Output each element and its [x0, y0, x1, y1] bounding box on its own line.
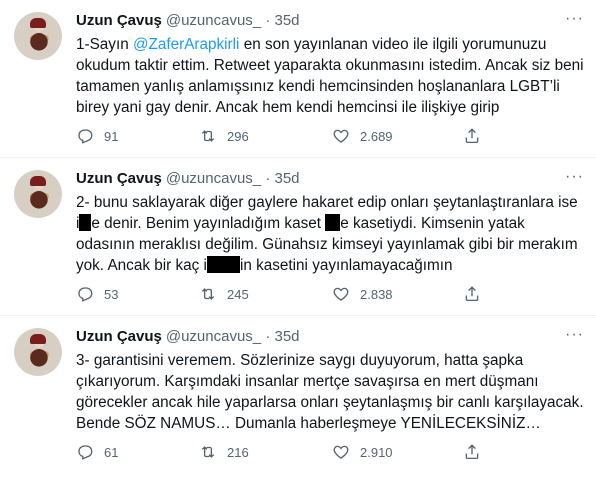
author-name[interactable]: Uzun Çavuş [76, 12, 162, 29]
tweet[interactable]: Uzun Çavuş @uzuncavus_ · 35d ··· 1-Sayın … [0, 0, 596, 158]
like-button[interactable]: 2.910 [332, 442, 393, 462]
like-count: 2.838 [360, 286, 393, 302]
reply-count: 91 [104, 128, 119, 144]
author-handle[interactable]: @uzuncavus_ [166, 328, 261, 345]
retweet-icon [201, 446, 215, 458]
timestamp[interactable]: 35d [274, 170, 299, 187]
like-button[interactable]: 2.838 [332, 284, 393, 304]
tweet-text: 1-Sayın @ZaferArapkirli en son yayınlana… [76, 34, 584, 118]
more-icon[interactable]: ··· [565, 169, 584, 185]
tweet-text-part: 1-Sayın [76, 36, 133, 53]
share-icon [465, 286, 479, 302]
avatar[interactable] [14, 12, 62, 60]
tweet-header: Uzun Çavuş @uzuncavus_ · 35d [76, 170, 300, 188]
retweet-button[interactable]: 216 [199, 442, 249, 462]
redaction-bar [79, 214, 92, 231]
reply-count: 53 [104, 286, 119, 302]
tweet-actions: 91 296 2.689 [76, 126, 584, 146]
reply-button[interactable]: 53 [76, 284, 118, 304]
retweet-button[interactable]: 296 [199, 126, 249, 146]
more-icon[interactable]: ··· [565, 327, 584, 343]
separator-dot: · [265, 12, 271, 29]
author-name[interactable]: Uzun Çavuş [76, 328, 162, 345]
author-name[interactable]: Uzun Çavuş [76, 170, 162, 187]
retweet-count: 245 [227, 286, 249, 302]
reply-icon [78, 287, 93, 302]
timestamp[interactable]: 35d [274, 12, 299, 29]
retweet-icon [201, 130, 215, 142]
share-button[interactable] [463, 442, 481, 462]
timestamp[interactable]: 35d [274, 328, 299, 345]
reply-button[interactable]: 61 [76, 442, 118, 462]
like-icon [333, 129, 349, 143]
separator-dot: · [265, 328, 271, 345]
tweet-feed: Uzun Çavuş @uzuncavus_ · 35d ··· 1-Sayın … [0, 0, 596, 478]
like-count: 2.689 [360, 128, 393, 144]
mention-link[interactable]: @ZaferArapkirli [133, 36, 239, 53]
tweet-text-part: 3- garantisini veremem. Sözlerinize sayg… [76, 352, 584, 432]
retweet-count: 216 [227, 444, 249, 460]
tweet-actions: 61 216 2.910 [76, 442, 584, 462]
reply-button[interactable]: 91 [76, 126, 118, 146]
more-icon[interactable]: ··· [565, 11, 584, 27]
avatar[interactable] [14, 170, 62, 218]
share-button[interactable] [463, 126, 481, 146]
retweet-count: 296 [227, 128, 249, 144]
separator-dot: · [265, 170, 271, 187]
tweet-text-part: e denir. Benim yayınladığım kaset [91, 215, 326, 232]
share-icon [465, 128, 479, 144]
tweet-actions: 53 245 2.838 [76, 284, 584, 304]
tweet-text-part: in kasetini yayınlamayacağımın [239, 257, 453, 274]
reply-icon [78, 129, 93, 144]
like-icon [333, 445, 349, 459]
redaction-bar [206, 256, 240, 273]
avatar[interactable] [14, 328, 62, 376]
redaction-bar [325, 214, 341, 231]
like-button[interactable]: 2.689 [332, 126, 393, 146]
tweet-header: Uzun Çavuş @uzuncavus_ · 35d [76, 12, 300, 30]
retweet-button[interactable]: 245 [199, 284, 249, 304]
tweet-text: 2- bunu saklayarak diğer gaylere hakaret… [76, 192, 584, 276]
tweet[interactable]: Uzun Çavuş @uzuncavus_ · 35d ··· 3- garan… [0, 316, 596, 478]
tweet-header: Uzun Çavuş @uzuncavus_ · 35d [76, 328, 300, 346]
tweet-text: 3- garantisini veremem. Sözlerinize sayg… [76, 350, 584, 434]
reply-icon [78, 445, 93, 460]
author-handle[interactable]: @uzuncavus_ [166, 170, 261, 187]
like-count: 2.910 [360, 444, 393, 460]
like-icon [333, 287, 349, 301]
retweet-icon [201, 288, 215, 300]
tweet[interactable]: Uzun Çavuş @uzuncavus_ · 35d ··· 2- bunu … [0, 158, 596, 316]
reply-count: 61 [104, 444, 119, 460]
author-handle[interactable]: @uzuncavus_ [166, 12, 261, 29]
share-icon [465, 444, 479, 460]
share-button[interactable] [463, 284, 481, 304]
